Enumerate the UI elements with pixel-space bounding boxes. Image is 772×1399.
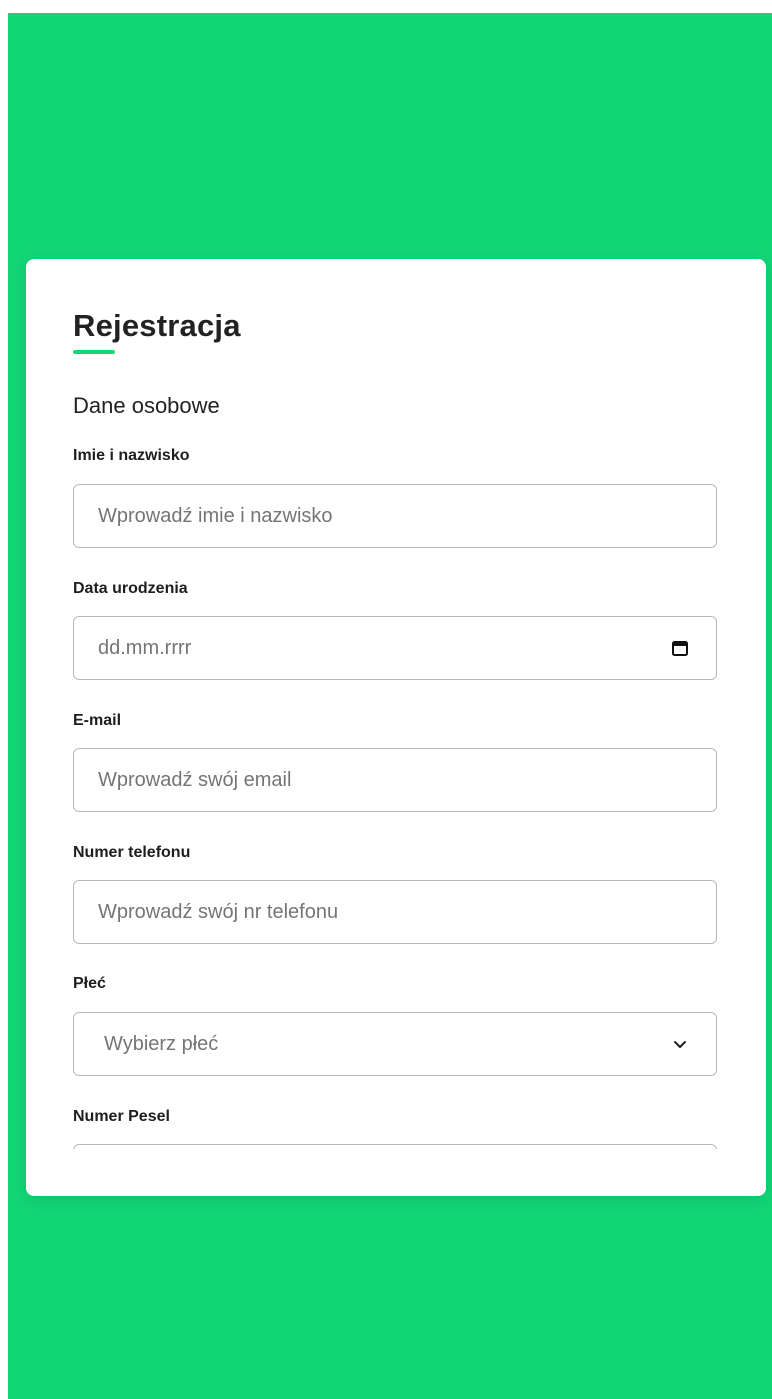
birth-date-input[interactable]: dd.mm.rrrr — [73, 616, 717, 680]
registration-card: Rejestracja Dane osobowe Imie i nazwisko… — [26, 259, 766, 1196]
title-underline — [73, 350, 115, 354]
page-title: Rejestracja — [73, 308, 241, 343]
gender-select[interactable]: Wybierz płeć — [73, 1012, 717, 1076]
gender-label: Płeć — [73, 975, 106, 992]
pesel-label: Numer Pesel — [73, 1108, 170, 1125]
email-label: E-mail — [73, 712, 122, 729]
section-title: Dane osobowe — [73, 393, 220, 418]
full-name-input[interactable]: Wprowadź imie i nazwisko — [73, 484, 717, 548]
chevron-down-icon — [668, 1032, 692, 1056]
full-name-placeholder: Wprowadź imie i nazwisko — [98, 504, 333, 527]
gender-selected-value: Wybierz płeć — [104, 1032, 219, 1055]
birth-date-label: Data urodzenia — [73, 580, 188, 597]
birth-date-placeholder: dd.mm.rrrr — [98, 636, 192, 659]
email-placeholder: Wprowadź swój email — [98, 768, 292, 791]
calendar-icon[interactable] — [668, 636, 692, 660]
email-input[interactable]: Wprowadź swój email — [73, 748, 717, 812]
form-scroll-area[interactable]: Rejestracja Dane osobowe Imie i nazwisko… — [26, 259, 766, 1149]
full-name-label: Imie i nazwisko — [73, 447, 190, 464]
phone-input[interactable]: Wprowadź swój nr telefonu — [73, 880, 717, 944]
phone-placeholder: Wprowadź swój nr telefonu — [98, 900, 339, 923]
phone-label: Numer telefonu — [73, 844, 191, 861]
pesel-input[interactable] — [73, 1144, 717, 1149]
page-background: Rejestracja Dane osobowe Imie i nazwisko… — [8, 13, 772, 1399]
